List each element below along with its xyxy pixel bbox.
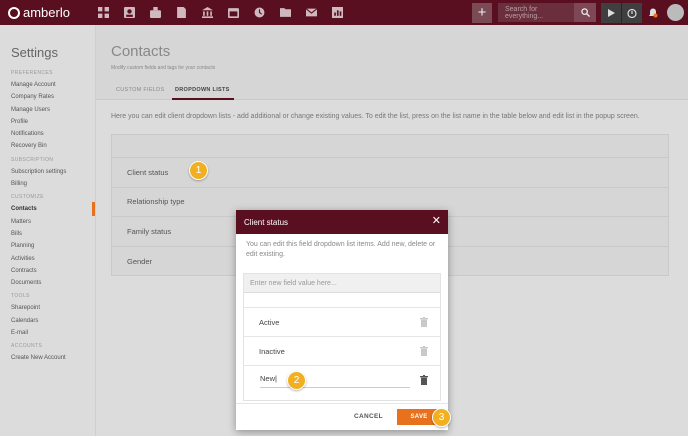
- page-subtitle: Modify custom fields and tags for your c…: [111, 65, 216, 71]
- dialog-footer: CANCEL SAVE: [236, 403, 448, 430]
- active-tab-indicator: [172, 98, 234, 100]
- sidebar-item-recovery-bin[interactable]: Recovery Bin: [11, 140, 95, 152]
- trash-icon[interactable]: [420, 346, 428, 356]
- tab-dropdown-lists[interactable]: DROPDOWN LISTS: [175, 87, 230, 93]
- list-item[interactable]: Active: [244, 308, 440, 337]
- new-value-input[interactable]: Enter new field value here...: [244, 274, 440, 293]
- history-icon[interactable]: [246, 0, 272, 25]
- bank-icon[interactable]: [194, 0, 220, 25]
- sidebar-group-label: PREFERENCES: [11, 70, 53, 76]
- play-icon: [608, 8, 615, 17]
- page-description: Here you can edit client dropdown lists …: [111, 113, 640, 120]
- brand-name: amberlo: [23, 5, 70, 20]
- callout-badge-2: 2: [287, 371, 306, 390]
- sidebar-group-label: CUSTOMIZE: [11, 194, 44, 201]
- edit-value: New: [260, 374, 276, 383]
- sidebar-group-label: ACCOUNTS: [11, 343, 43, 350]
- contacts-icon[interactable]: [116, 0, 142, 25]
- sidebar-item-contracts[interactable]: Contracts: [11, 265, 95, 277]
- list-name: Client status: [127, 167, 169, 177]
- sidebar-item-contacts[interactable]: Contacts: [11, 203, 95, 215]
- sidebar-item-billing[interactable]: Billing: [11, 178, 95, 190]
- documents-icon[interactable]: [168, 0, 194, 25]
- main-nav: [90, 0, 350, 25]
- sidebar-item-manage-users[interactable]: Manage Users: [11, 104, 95, 116]
- calendar-icon[interactable]: [220, 0, 246, 25]
- item-value: Inactive: [259, 346, 285, 356]
- list-name: Gender: [127, 256, 153, 266]
- sidebar-item-sharepoint[interactable]: Sharepoint: [11, 302, 95, 314]
- sidebar-group-label: TOOLS: [11, 293, 30, 300]
- sidebar-item-create-new-account[interactable]: Create New Account: [11, 352, 95, 364]
- add-new-button[interactable]: +: [472, 2, 492, 23]
- callout-badge-3: 3: [432, 408, 451, 427]
- page-header: Contacts Modify custom fields and tags f…: [96, 25, 688, 83]
- settings-sidebar: Settings PREFERENCES Manage Account Compan…: [0, 25, 95, 436]
- mail-icon[interactable]: [298, 0, 324, 25]
- sidebar-item-planning[interactable]: Planning: [11, 240, 95, 252]
- folder-icon[interactable]: [272, 0, 298, 25]
- sidebar-item-manage-account[interactable]: Manage Account: [11, 79, 95, 91]
- list-name: Relationship type: [127, 197, 185, 207]
- reports-icon[interactable]: [324, 0, 350, 25]
- page-title: Contacts: [111, 43, 171, 60]
- sidebar-item-e-mail[interactable]: E-mail: [11, 327, 95, 339]
- notifications-button[interactable]: [643, 3, 663, 23]
- dialog-header: Client status ✕: [236, 210, 448, 234]
- bell-icon: [649, 8, 658, 17]
- top-bar: amberlo + Search for everything...: [0, 0, 688, 25]
- sidebar-item-notifications[interactable]: Notifications: [11, 128, 95, 140]
- trash-icon[interactable]: [420, 375, 428, 385]
- matters-icon[interactable]: [142, 0, 168, 25]
- dialog-title: Client status: [244, 217, 289, 227]
- search-button[interactable]: [574, 3, 596, 22]
- sidebar-title: Settings: [11, 45, 58, 60]
- timer-button[interactable]: [622, 2, 642, 23]
- tab-bar: CUSTOM FIELDS DROPDOWN LISTS: [96, 83, 688, 100]
- sidebar-item-bills[interactable]: Bills: [11, 228, 95, 240]
- list-item-editing[interactable]: New|: [244, 366, 440, 395]
- sidebar-item-activities[interactable]: Activities: [11, 253, 95, 265]
- brand-logo[interactable]: amberlo: [0, 5, 88, 20]
- sidebar-item-matters[interactable]: Matters: [11, 216, 95, 228]
- dashboard-icon[interactable]: [90, 0, 116, 25]
- cancel-button[interactable]: CANCEL: [354, 413, 383, 420]
- client-status-dialog: Client status ✕ You can edit this field …: [236, 210, 448, 430]
- trash-icon[interactable]: [420, 317, 428, 327]
- sidebar-groups: PREFERENCES Manage Account Company Rates Ma…: [11, 70, 95, 365]
- dropdown-values-list: Enter new field value here... Active Ina…: [243, 273, 441, 401]
- close-icon[interactable]: ✕: [432, 215, 441, 227]
- sidebar-item-profile[interactable]: Profile: [11, 116, 95, 128]
- play-timer-button[interactable]: [601, 2, 621, 23]
- sidebar-group-label: SUBSCRIPTION: [11, 156, 54, 163]
- sidebar-item-documents[interactable]: Documents: [11, 277, 95, 289]
- list-name: Family status: [127, 226, 172, 236]
- tab-custom-fields[interactable]: CUSTOM FIELDS: [116, 87, 164, 93]
- sidebar-item-calendars[interactable]: Calendars: [11, 315, 95, 327]
- table-header: [112, 135, 668, 158]
- list-item[interactable]: Inactive: [244, 337, 440, 366]
- timer-icon: [627, 8, 637, 18]
- list-spacer: [244, 293, 440, 308]
- top-bar-right: + Search for everything...: [472, 0, 688, 25]
- logo-mark-icon: [8, 6, 20, 19]
- global-search-input[interactable]: Search for everything...: [498, 3, 574, 22]
- avatar[interactable]: [667, 4, 684, 21]
- search-icon: [580, 8, 590, 17]
- callout-badge-1: 1: [189, 161, 208, 180]
- edit-value-input[interactable]: New|: [260, 374, 410, 388]
- sidebar-item-subscription-settings[interactable]: Subscription settings: [11, 166, 95, 178]
- item-value: Active: [259, 317, 280, 327]
- dialog-description: You can edit this field dropdown list it…: [246, 241, 436, 258]
- sidebar-item-company-rates[interactable]: Company Rates: [11, 91, 95, 103]
